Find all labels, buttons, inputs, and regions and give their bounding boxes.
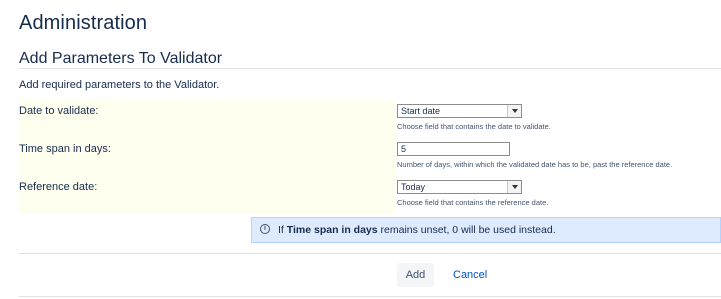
section-divider — [19, 68, 721, 69]
reference-date-help: Choose field that contains the reference… — [397, 198, 549, 207]
info-suffix: remains unset, 0 will be used instead. — [377, 224, 556, 236]
date-to-validate-value: Start date — [401, 106, 441, 116]
info-emphasis: Time span in days — [286, 224, 378, 236]
date-to-validate-select[interactable]: Start date — [397, 104, 522, 118]
info-message-text: If Time span in days remains unset, 0 wi… — [278, 224, 556, 236]
time-span-label: Time span in days: — [19, 143, 111, 155]
time-span-help: Number of days, within which the validat… — [397, 160, 673, 169]
reference-date-value: Today — [401, 182, 426, 192]
page-title: Administration — [19, 12, 148, 34]
section-description: Add required parameters to the Validator… — [19, 79, 220, 91]
footer-divider — [19, 253, 721, 254]
cancel-link[interactable]: Cancel — [453, 263, 487, 287]
add-button[interactable]: Add — [397, 263, 434, 287]
info-icon: i — [260, 224, 270, 234]
date-to-validate-label: Date to validate: — [19, 105, 99, 117]
section-title: Add Parameters To Validator — [19, 50, 223, 67]
date-to-validate-help: Choose field that contains the date to v… — [397, 122, 551, 131]
info-prefix: If — [278, 224, 287, 236]
reference-date-label: Reference date: — [19, 181, 98, 193]
chevron-down-icon — [507, 105, 521, 117]
bottom-divider — [19, 296, 721, 297]
time-span-input[interactable]: 5 — [397, 142, 510, 156]
info-message: i If Time span in days remains unset, 0 … — [251, 217, 721, 243]
reference-date-select[interactable]: Today — [397, 180, 522, 194]
chevron-down-icon — [507, 181, 521, 193]
label-column — [19, 100, 395, 214]
